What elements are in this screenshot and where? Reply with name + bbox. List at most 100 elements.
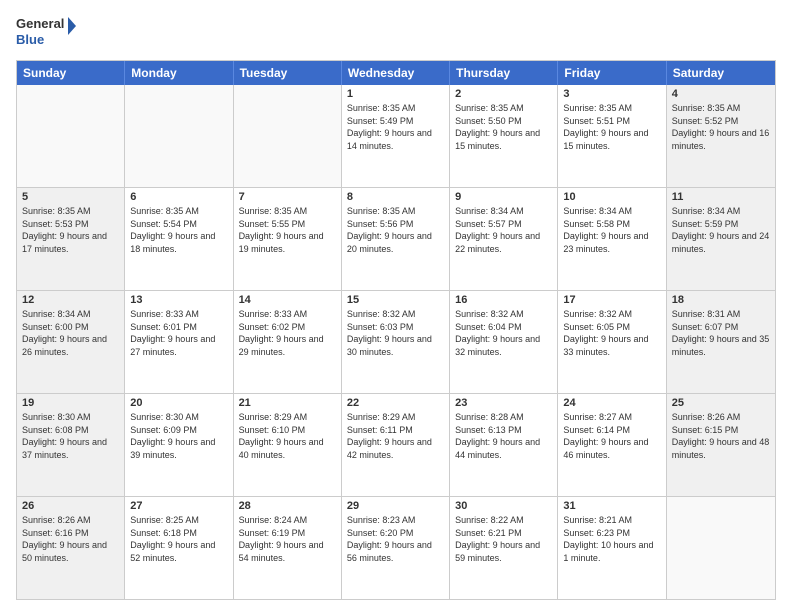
empty-cell — [234, 85, 342, 187]
svg-text:General: General — [16, 16, 64, 31]
cell-info: Sunrise: 8:34 AMSunset: 5:58 PMDaylight:… — [563, 205, 660, 255]
cell-info: Sunrise: 8:32 AMSunset: 6:04 PMDaylight:… — [455, 308, 552, 358]
day-number: 17 — [563, 294, 660, 306]
calendar-cell: 8 Sunrise: 8:35 AMSunset: 5:56 PMDayligh… — [342, 188, 450, 290]
calendar-cell: 22 Sunrise: 8:29 AMSunset: 6:11 PMDaylig… — [342, 394, 450, 496]
cell-info: Sunrise: 8:28 AMSunset: 6:13 PMDaylight:… — [455, 411, 552, 461]
cell-info: Sunrise: 8:24 AMSunset: 6:19 PMDaylight:… — [239, 514, 336, 564]
header: General Blue — [16, 12, 776, 52]
calendar-cell: 28 Sunrise: 8:24 AMSunset: 6:19 PMDaylig… — [234, 497, 342, 599]
calendar-cell: 23 Sunrise: 8:28 AMSunset: 6:13 PMDaylig… — [450, 394, 558, 496]
day-number: 11 — [672, 191, 770, 203]
calendar-cell: 25 Sunrise: 8:26 AMSunset: 6:15 PMDaylig… — [667, 394, 775, 496]
cell-info: Sunrise: 8:35 AMSunset: 5:52 PMDaylight:… — [672, 102, 770, 152]
calendar-cell: 27 Sunrise: 8:25 AMSunset: 6:18 PMDaylig… — [125, 497, 233, 599]
day-number: 1 — [347, 88, 444, 100]
cell-info: Sunrise: 8:34 AMSunset: 5:59 PMDaylight:… — [672, 205, 770, 255]
calendar-row: 19 Sunrise: 8:30 AMSunset: 6:08 PMDaylig… — [17, 393, 775, 496]
calendar-cell: 20 Sunrise: 8:30 AMSunset: 6:09 PMDaylig… — [125, 394, 233, 496]
day-number: 24 — [563, 397, 660, 409]
cell-info: Sunrise: 8:30 AMSunset: 6:09 PMDaylight:… — [130, 411, 227, 461]
calendar-cell: 30 Sunrise: 8:22 AMSunset: 6:21 PMDaylig… — [450, 497, 558, 599]
calendar-cell: 21 Sunrise: 8:29 AMSunset: 6:10 PMDaylig… — [234, 394, 342, 496]
day-number: 29 — [347, 500, 444, 512]
calendar-cell: 9 Sunrise: 8:34 AMSunset: 5:57 PMDayligh… — [450, 188, 558, 290]
weekday-header: Wednesday — [342, 61, 450, 85]
day-number: 18 — [672, 294, 770, 306]
svg-text:Blue: Blue — [16, 32, 44, 47]
day-number: 19 — [22, 397, 119, 409]
calendar-cell: 24 Sunrise: 8:27 AMSunset: 6:14 PMDaylig… — [558, 394, 666, 496]
cell-info: Sunrise: 8:23 AMSunset: 6:20 PMDaylight:… — [347, 514, 444, 564]
cell-info: Sunrise: 8:35 AMSunset: 5:50 PMDaylight:… — [455, 102, 552, 152]
calendar-cell: 3 Sunrise: 8:35 AMSunset: 5:51 PMDayligh… — [558, 85, 666, 187]
day-number: 31 — [563, 500, 660, 512]
day-number: 7 — [239, 191, 336, 203]
cell-info: Sunrise: 8:27 AMSunset: 6:14 PMDaylight:… — [563, 411, 660, 461]
cell-info: Sunrise: 8:22 AMSunset: 6:21 PMDaylight:… — [455, 514, 552, 564]
calendar-row: 12 Sunrise: 8:34 AMSunset: 6:00 PMDaylig… — [17, 290, 775, 393]
day-number: 28 — [239, 500, 336, 512]
weekday-header: Tuesday — [234, 61, 342, 85]
day-number: 26 — [22, 500, 119, 512]
cell-info: Sunrise: 8:35 AMSunset: 5:49 PMDaylight:… — [347, 102, 444, 152]
day-number: 3 — [563, 88, 660, 100]
logo: General Blue — [16, 12, 76, 52]
cell-info: Sunrise: 8:30 AMSunset: 6:08 PMDaylight:… — [22, 411, 119, 461]
cell-info: Sunrise: 8:35 AMSunset: 5:54 PMDaylight:… — [130, 205, 227, 255]
day-number: 8 — [347, 191, 444, 203]
cell-info: Sunrise: 8:31 AMSunset: 6:07 PMDaylight:… — [672, 308, 770, 358]
calendar-cell: 17 Sunrise: 8:32 AMSunset: 6:05 PMDaylig… — [558, 291, 666, 393]
calendar-cell: 15 Sunrise: 8:32 AMSunset: 6:03 PMDaylig… — [342, 291, 450, 393]
calendar-cell: 11 Sunrise: 8:34 AMSunset: 5:59 PMDaylig… — [667, 188, 775, 290]
page: General Blue SundayMondayTuesdayWednesda… — [0, 0, 792, 612]
calendar-body: 1 Sunrise: 8:35 AMSunset: 5:49 PMDayligh… — [17, 85, 775, 599]
cell-info: Sunrise: 8:32 AMSunset: 6:03 PMDaylight:… — [347, 308, 444, 358]
calendar-cell: 14 Sunrise: 8:33 AMSunset: 6:02 PMDaylig… — [234, 291, 342, 393]
calendar-cell: 31 Sunrise: 8:21 AMSunset: 6:23 PMDaylig… — [558, 497, 666, 599]
day-number: 2 — [455, 88, 552, 100]
calendar: SundayMondayTuesdayWednesdayThursdayFrid… — [16, 60, 776, 600]
calendar-header: SundayMondayTuesdayWednesdayThursdayFrid… — [17, 61, 775, 85]
day-number: 13 — [130, 294, 227, 306]
weekday-header: Sunday — [17, 61, 125, 85]
day-number: 23 — [455, 397, 552, 409]
cell-info: Sunrise: 8:25 AMSunset: 6:18 PMDaylight:… — [130, 514, 227, 564]
calendar-cell: 12 Sunrise: 8:34 AMSunset: 6:00 PMDaylig… — [17, 291, 125, 393]
weekday-header: Thursday — [450, 61, 558, 85]
calendar-cell: 18 Sunrise: 8:31 AMSunset: 6:07 PMDaylig… — [667, 291, 775, 393]
calendar-cell: 1 Sunrise: 8:35 AMSunset: 5:49 PMDayligh… — [342, 85, 450, 187]
empty-cell — [17, 85, 125, 187]
cell-info: Sunrise: 8:26 AMSunset: 6:16 PMDaylight:… — [22, 514, 119, 564]
day-number: 21 — [239, 397, 336, 409]
calendar-cell: 19 Sunrise: 8:30 AMSunset: 6:08 PMDaylig… — [17, 394, 125, 496]
day-number: 9 — [455, 191, 552, 203]
calendar-cell: 26 Sunrise: 8:26 AMSunset: 6:16 PMDaylig… — [17, 497, 125, 599]
cell-info: Sunrise: 8:29 AMSunset: 6:10 PMDaylight:… — [239, 411, 336, 461]
day-number: 6 — [130, 191, 227, 203]
cell-info: Sunrise: 8:35 AMSunset: 5:55 PMDaylight:… — [239, 205, 336, 255]
cell-info: Sunrise: 8:32 AMSunset: 6:05 PMDaylight:… — [563, 308, 660, 358]
day-number: 5 — [22, 191, 119, 203]
calendar-cell: 10 Sunrise: 8:34 AMSunset: 5:58 PMDaylig… — [558, 188, 666, 290]
day-number: 12 — [22, 294, 119, 306]
cell-info: Sunrise: 8:34 AMSunset: 5:57 PMDaylight:… — [455, 205, 552, 255]
cell-info: Sunrise: 8:35 AMSunset: 5:56 PMDaylight:… — [347, 205, 444, 255]
day-number: 27 — [130, 500, 227, 512]
calendar-cell: 29 Sunrise: 8:23 AMSunset: 6:20 PMDaylig… — [342, 497, 450, 599]
cell-info: Sunrise: 8:29 AMSunset: 6:11 PMDaylight:… — [347, 411, 444, 461]
empty-cell — [125, 85, 233, 187]
calendar-row: 5 Sunrise: 8:35 AMSunset: 5:53 PMDayligh… — [17, 187, 775, 290]
cell-info: Sunrise: 8:21 AMSunset: 6:23 PMDaylight:… — [563, 514, 660, 564]
calendar-cell: 2 Sunrise: 8:35 AMSunset: 5:50 PMDayligh… — [450, 85, 558, 187]
calendar-cell: 16 Sunrise: 8:32 AMSunset: 6:04 PMDaylig… — [450, 291, 558, 393]
calendar-row: 26 Sunrise: 8:26 AMSunset: 6:16 PMDaylig… — [17, 496, 775, 599]
day-number: 25 — [672, 397, 770, 409]
calendar-cell: 13 Sunrise: 8:33 AMSunset: 6:01 PMDaylig… — [125, 291, 233, 393]
weekday-header: Friday — [558, 61, 666, 85]
cell-info: Sunrise: 8:26 AMSunset: 6:15 PMDaylight:… — [672, 411, 770, 461]
day-number: 20 — [130, 397, 227, 409]
cell-info: Sunrise: 8:33 AMSunset: 6:02 PMDaylight:… — [239, 308, 336, 358]
day-number: 22 — [347, 397, 444, 409]
cell-info: Sunrise: 8:33 AMSunset: 6:01 PMDaylight:… — [130, 308, 227, 358]
